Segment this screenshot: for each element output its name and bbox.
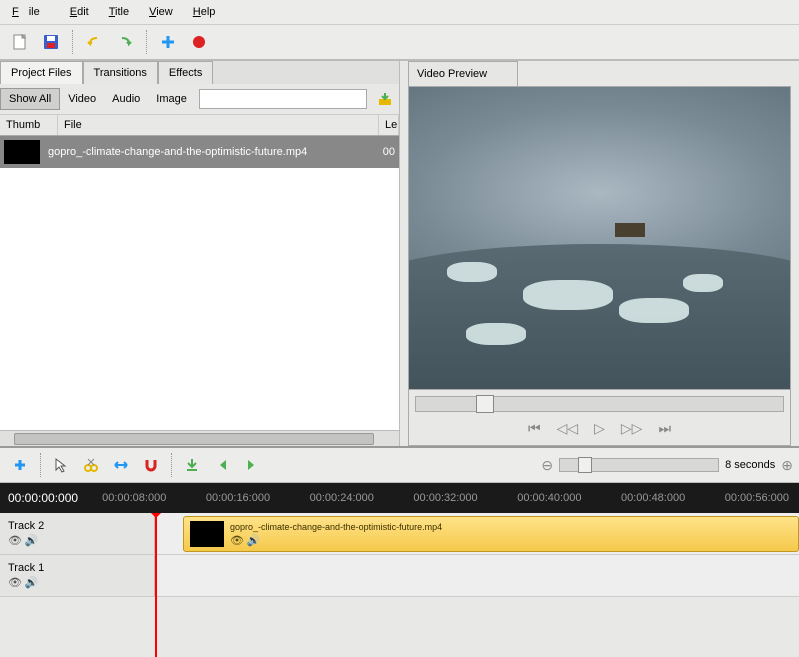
file-length: 00 — [383, 146, 395, 158]
track-header[interactable]: Track 2 👁 🔊 — [0, 513, 155, 554]
menu-title[interactable]: Title — [99, 3, 139, 21]
pointer-tool[interactable] — [47, 452, 75, 478]
menu-edit[interactable]: Edit — [60, 3, 99, 21]
zoom-label: 8 seconds — [725, 459, 775, 471]
timeline: ⊖ 8 seconds ⊕ 00:00:00:000 00:00:08:000 … — [0, 446, 799, 597]
speaker-icon[interactable]: 🔊 — [25, 577, 39, 589]
file-row[interactable]: gopro_-climate-change-and-the-optimistic… — [0, 136, 399, 168]
prev-marker-button[interactable] — [208, 452, 236, 478]
file-name: gopro_-climate-change-and-the-optimistic… — [48, 146, 383, 158]
track-name: Track 1 — [8, 562, 146, 574]
project-panel: Project Files Transitions Effects Show A… — [0, 61, 400, 446]
playhead[interactable] — [155, 517, 157, 657]
speaker-icon[interactable]: 🔊 — [25, 535, 39, 547]
clip-thumbnail — [190, 521, 224, 547]
search-input[interactable] — [199, 89, 367, 109]
add-track-button[interactable] — [6, 452, 34, 478]
zoom-slider[interactable] — [559, 458, 719, 472]
file-list: gopro_-climate-change-and-the-optimistic… — [0, 136, 399, 430]
add-button[interactable] — [154, 29, 182, 55]
video-preview[interactable] — [408, 86, 791, 390]
preview-panel: Video Preview ⏮ ◁◁ ▷ ▷▷ ⏭ — [400, 61, 799, 446]
time-ruler[interactable]: 00:00:00:000 00:00:08:000 00:00:16:000 0… — [0, 483, 799, 513]
preview-header: Video Preview — [408, 61, 518, 86]
col-length[interactable]: Le — [379, 115, 399, 135]
undo-button[interactable] — [80, 29, 108, 55]
col-file[interactable]: File — [58, 115, 379, 135]
eye-icon[interactable]: 👁 — [8, 577, 22, 589]
seek-slider[interactable] — [415, 396, 784, 412]
menu-bar: File Edit Title View Help — [0, 0, 799, 25]
tab-transitions[interactable]: Transitions — [83, 61, 158, 84]
eye-icon: 👁 — [230, 535, 244, 547]
save-button[interactable] — [37, 29, 65, 55]
menu-view[interactable]: View — [139, 3, 183, 21]
record-button[interactable] — [185, 29, 213, 55]
zoom-in-icon[interactable]: ⊕ — [781, 457, 793, 474]
filter-video[interactable]: Video — [60, 89, 104, 109]
col-thumb[interactable]: Thumb — [0, 115, 58, 135]
track-header[interactable]: Track 1 👁 🔊 — [0, 555, 155, 596]
track-2: Track 2 👁 🔊 gopro_-climate-change-and-th… — [0, 513, 799, 555]
goto-end-button[interactable]: ⏭ — [654, 418, 675, 439]
razor-tool[interactable] — [77, 452, 105, 478]
step-back-button[interactable]: ◁◁ — [553, 418, 583, 439]
menu-help[interactable]: Help — [183, 3, 226, 21]
play-button[interactable]: ▷ — [590, 418, 609, 439]
menu-file[interactable]: File — [2, 3, 60, 21]
speaker-icon: 🔊 — [246, 535, 260, 547]
import-button[interactable] — [371, 86, 399, 112]
clip-label: gopro_-climate-change-and-the-optimistic… — [230, 522, 442, 532]
filter-audio[interactable]: Audio — [104, 89, 148, 109]
eye-icon[interactable]: 👁 — [8, 535, 22, 547]
main-toolbar — [0, 25, 799, 61]
add-marker-button[interactable] — [178, 452, 206, 478]
goto-start-button[interactable]: ⏮ — [524, 418, 545, 439]
tab-project-files[interactable]: Project Files — [0, 61, 83, 84]
step-forward-button[interactable]: ▷▷ — [617, 418, 647, 439]
new-button[interactable] — [6, 29, 34, 55]
filter-image[interactable]: Image — [148, 89, 195, 109]
next-marker-button[interactable] — [238, 452, 266, 478]
track-name: Track 2 — [8, 520, 146, 532]
horizontal-scrollbar[interactable] — [0, 430, 399, 446]
current-time: 00:00:00:000 — [8, 491, 78, 505]
file-thumbnail — [4, 140, 40, 164]
resize-tool[interactable] — [107, 452, 135, 478]
tab-effects[interactable]: Effects — [158, 61, 213, 84]
preview-content — [615, 223, 645, 237]
zoom-out-icon[interactable]: ⊖ — [541, 457, 553, 474]
snap-tool[interactable] — [137, 452, 165, 478]
clip[interactable]: gopro_-climate-change-and-the-optimistic… — [183, 516, 799, 552]
redo-button[interactable] — [111, 29, 139, 55]
filter-show-all[interactable]: Show All — [0, 88, 60, 110]
track-1: Track 1 👁 🔊 — [0, 555, 799, 597]
